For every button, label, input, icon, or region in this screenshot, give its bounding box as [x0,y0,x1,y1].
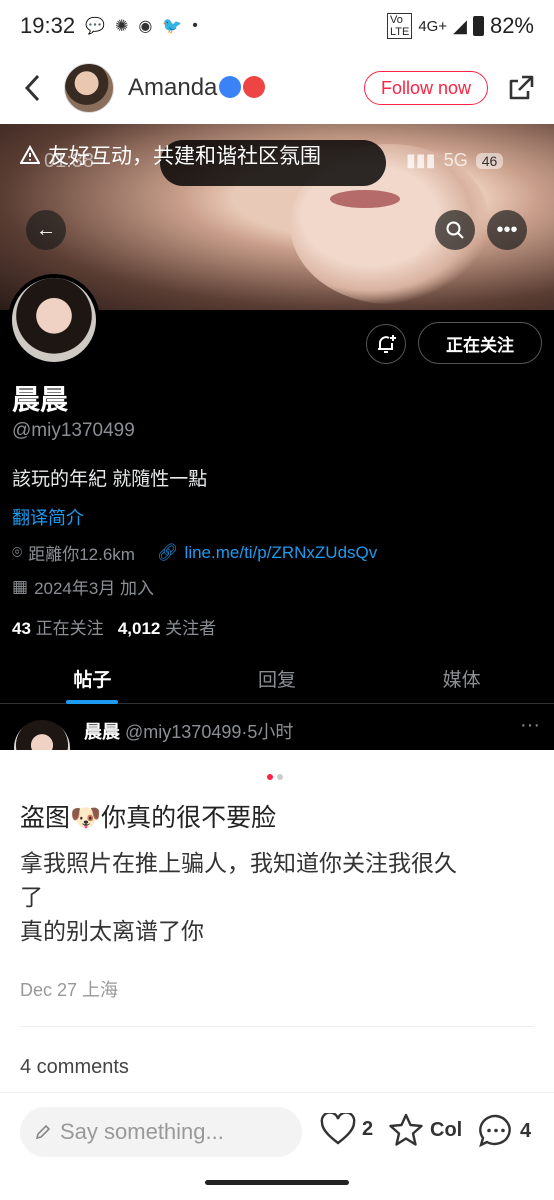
profile-joined-row: ▦ 2024年3月 加入 [12,574,154,599]
collect-button[interactable]: Col [388,1113,462,1147]
profile-name: 晨晨 [12,384,69,415]
tweet-avatar [14,720,70,750]
following-count: 43 [12,619,31,638]
post-header: Amanda Follow now [0,56,554,120]
profile-joined: 2024年3月 加入 [34,579,155,598]
share-icon [509,75,534,100]
tab-media: 媒体 [442,670,481,691]
community-warning: 友好互动，共建和谐社区氛围 [20,140,321,170]
star-icon [389,1113,423,1146]
profile-bio: 該玩的年紀 就隨性一點 [12,469,208,490]
battery-icon [472,16,484,36]
ghost-status-icons: ▮▮▮ 5G 46 [406,150,504,171]
post-date-location: Dec 27 上海 [20,980,119,1000]
divider [20,1026,534,1027]
following-count-label: 正在关注 [35,619,104,638]
profile-more-button: ••• [487,210,527,250]
volte-icon: Vo LTE [386,13,413,39]
home-indicator[interactable] [205,1180,349,1185]
tweet-meta: @miy1370499·5小时 [125,722,294,742]
notification-icons: 💬 ✺ ◉ 🐦 • [85,16,198,36]
battery-percent: 82% [489,13,534,38]
status-time: 19:32 [20,13,76,38]
more-dots-icon: ••• [496,218,518,241]
tweet-author: 晨晨 [84,722,120,742]
tab-replies: 回复 [258,670,297,691]
like-count: 2 [362,1117,374,1140]
profile-counts: 43 正在关注 4,012 关注者 [12,614,216,639]
camera-icon: ◉ [138,18,153,35]
post-body: 拿我照片在推上骗人，我知道你关注我很久 了 真的别太离谱了你 [20,850,457,944]
link-icon: 🔗︎ [156,542,179,562]
arrow-left-icon: ← [36,218,56,241]
tweet-header: 晨晨 @miy1370499·5小时 [84,718,293,744]
author-name-row[interactable]: Amanda [128,74,266,102]
comment-count: 4 [520,1119,532,1142]
profile-search-button [435,210,475,250]
comment-bubble-icon [479,1114,511,1148]
location-pin-icon: ⌾ [12,542,23,562]
heart-icon [320,1113,356,1145]
pencil-icon [35,1124,51,1140]
warning-triangle-icon [20,145,40,164]
tweet-more-icon: ··· [520,714,540,736]
carousel-dot [277,774,283,780]
profile-tabs: 帖子 回复 媒体 [0,654,554,704]
search-icon [446,221,464,239]
ghost-signal-icon: ▮▮▮ [406,150,436,170]
signal-icon: ◢ [453,15,467,36]
network-label: 4G+ [418,17,448,35]
followers-count-label: 关注者 [165,619,217,638]
profile-meta-row: ⌾ 距離你12.6km 🔗︎ line.me/ti/p/ZRNxZUdsQv [12,540,377,565]
back-button[interactable] [18,68,46,108]
like-button[interactable]: 2 [320,1113,373,1145]
bottom-action-bar: Say something... 2 Col 4 [0,1092,554,1172]
warning-text: 友好互动，共建和谐社区氛围 [48,145,321,168]
comment-button[interactable]: 4 [478,1113,531,1149]
post-title: 盗图🐶你真的很不要脸 [20,804,277,832]
followers-count: 4,012 [117,619,161,638]
following-button: 正在关注 [418,322,542,364]
image-carousel-dots [267,774,283,780]
bird-icon: 🐦 [162,18,183,35]
profile-avatar [8,274,100,366]
ghost-battery: 46 [475,152,504,169]
follow-button[interactable]: Follow now [363,71,488,105]
author-avatar[interactable] [64,63,114,113]
chevron-left-icon [24,74,40,102]
red-dot-emoji [243,76,266,98]
profile-distance: 距離你12.6km [28,545,135,564]
comment-input[interactable]: Say something... [20,1107,302,1157]
share-button[interactable] [506,73,536,103]
bell-plus-icon [378,335,396,353]
calendar-icon: ▦ [12,576,29,596]
profile-handle: @miy1370499 [12,420,135,441]
ghost-network: 5G [443,150,468,170]
post-image[interactable]: 01:38 ▮▮▮ 5G 46 友好互动，共建和谐社区氛围 ← ••• 正在关注… [0,124,554,750]
carousel-dot-active [267,774,273,780]
status-bar: 19:32 💬 ✺ ◉ 🐦 • Vo LTE 4G+ ◢ 82% [0,0,554,52]
chat-bubble-icon: 💬 [85,18,105,35]
blue-dot-emoji [219,76,242,98]
dot-icon: • [192,17,198,34]
translate-bio-link: 翻译简介 [12,508,84,528]
profile-back-button: ← [26,210,66,250]
collect-label: Col [430,1118,463,1141]
author-name: Amanda [128,74,218,101]
tab-posts: 帖子 [0,654,185,704]
comment-input-placeholder: Say something... [60,1119,224,1144]
profile-link: line.me/ti/p/ZRNxZUdsQv [184,542,378,562]
banner-lips [330,190,400,208]
pinwheel-icon: ✺ [114,18,129,35]
comments-count: 4 comments [20,1056,129,1078]
notify-bell-button [366,324,406,364]
